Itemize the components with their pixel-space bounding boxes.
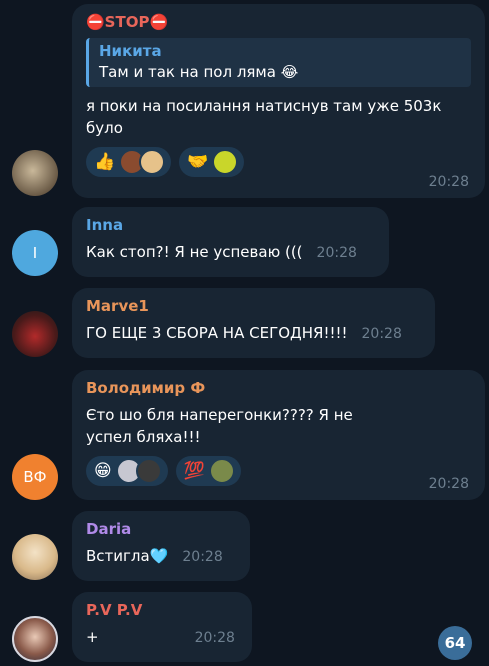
reactions-row: 👍 🤝: [86, 147, 471, 177]
message-text: я поки на посилання натиснув там уже 503…: [86, 97, 442, 137]
reaction-hundred[interactable]: 💯: [175, 456, 241, 486]
reply-sender-name: Никита: [99, 42, 162, 60]
avatar[interactable]: [12, 616, 58, 662]
avatar[interactable]: [12, 150, 58, 196]
reply-text: Там и так на пол ляма 😂: [99, 63, 299, 81]
reactor-avatar: [208, 458, 235, 484]
message-bubble[interactable]: Inna Как стоп?! Я не успеваю ((( 20:28: [72, 207, 389, 277]
message-text-content: Как стоп?! Я не успеваю (((: [86, 243, 303, 261]
message-text: +20:28: [86, 626, 238, 649]
message-bubble[interactable]: Daria Встигла🩵 20:28: [72, 511, 250, 581]
reactor-avatar: [212, 149, 239, 175]
avatar-initial: I: [32, 244, 38, 262]
avatar[interactable]: [12, 311, 58, 357]
reply-quote[interactable]: Никита Там и так на пол ляма 😂: [86, 38, 471, 87]
handshake-icon: 🤝: [187, 152, 209, 172]
message-time: 20:28: [428, 174, 469, 190]
sender-name[interactable]: Daria: [86, 519, 236, 539]
message-time: 20:28: [182, 549, 223, 565]
message-bubble[interactable]: Володимир Ф Єто шо бля наперегонки???? Я…: [72, 370, 485, 500]
avatar-initial: ВФ: [23, 468, 47, 486]
message-text: ГО ЕЩЕ 3 СБОРА НА СЕГОДНЯ!!!! 20:28: [86, 322, 421, 345]
sender-name[interactable]: ⛔STOP⛔: [86, 12, 471, 32]
message-bubble[interactable]: ⛔STOP⛔ Никита Там и так на пол ляма 😂 я …: [72, 4, 485, 198]
grinning-face-icon: 😁: [94, 461, 112, 481]
avatar[interactable]: [12, 534, 58, 580]
message-text: Єто шо бля наперегонки???? Я не успел бл…: [86, 406, 353, 446]
avatar[interactable]: I: [12, 230, 58, 276]
unread-count-badge[interactable]: 64: [438, 626, 472, 660]
sender-name[interactable]: Inna: [86, 215, 375, 235]
thumbs-up-icon: 👍: [94, 152, 116, 172]
message-bubble[interactable]: P.V P.V +20:28: [72, 592, 252, 662]
reactor-avatar: [135, 458, 162, 484]
reaction-handshake[interactable]: 🤝: [179, 147, 245, 177]
message-time: 20:28: [361, 326, 402, 342]
message-text-content: +: [86, 628, 99, 646]
sender-name[interactable]: Marve1: [86, 296, 421, 316]
reactions-row: 😁 💯: [86, 456, 471, 486]
reactor-avatar: [139, 149, 166, 175]
message-time: 20:28: [428, 476, 469, 492]
sender-name[interactable]: P.V P.V: [86, 600, 238, 620]
message-bubble[interactable]: Marve1 ГО ЕЩЕ 3 СБОРА НА СЕГОДНЯ!!!! 20:2…: [72, 288, 435, 358]
reaction-thumbs-up[interactable]: 👍: [86, 147, 172, 177]
sender-name[interactable]: Володимир Ф: [86, 378, 471, 398]
message-text-content: Встигла🩵: [86, 547, 169, 565]
reaction-grin[interactable]: 😁: [86, 456, 168, 486]
message-time: 20:28: [194, 630, 235, 646]
avatar[interactable]: ВФ: [12, 454, 58, 500]
message-time: 20:28: [316, 245, 357, 261]
unread-count: 64: [444, 634, 466, 652]
message-text-content: ГО ЕЩЕ 3 СБОРА НА СЕГОДНЯ!!!!: [86, 324, 348, 342]
message-text: Встигла🩵 20:28: [86, 545, 236, 568]
message-text: Как стоп?! Я не успеваю ((( 20:28: [86, 241, 375, 264]
hundred-points-icon: 💯: [183, 461, 205, 481]
